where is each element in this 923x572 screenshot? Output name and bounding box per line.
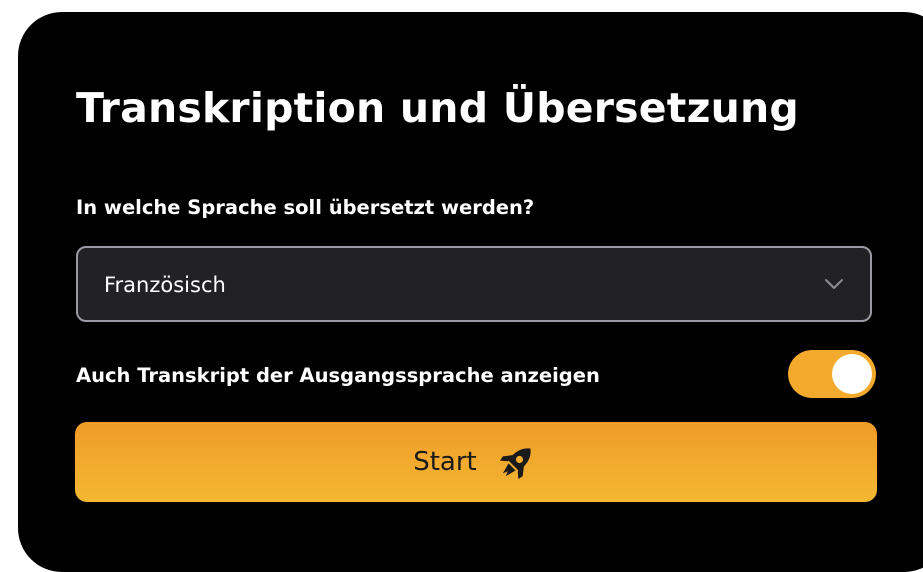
rocket-icon [499,448,531,479]
chevron-down-icon [825,279,843,289]
start-button-label: Start [413,447,477,477]
source-transcript-toggle-label: Auch Transkript der Ausgangssprache anze… [76,364,600,387]
toggle-knob [832,354,872,394]
language-select[interactable]: Französisch [76,246,872,322]
start-button[interactable]: Start [75,422,877,502]
source-transcript-toggle[interactable] [788,350,876,398]
language-select-label: In welche Sprache soll übersetzt werden? [76,196,535,219]
panel-title: Transkription und Übersetzung [76,84,799,132]
language-select-value: Französisch [104,273,226,297]
